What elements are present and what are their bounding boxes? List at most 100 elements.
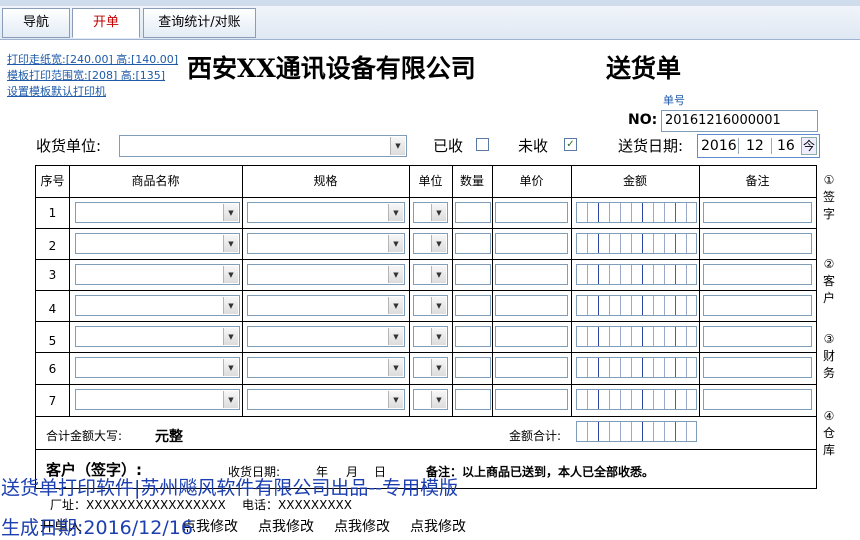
amount-field[interactable] <box>576 202 697 223</box>
default-printer-link[interactable]: 设置模板默认打印机 <box>7 83 106 99</box>
chevron-down-icon[interactable]: ▼ <box>223 235 238 252</box>
remark-field[interactable] <box>703 326 812 347</box>
side-note-customer: ② 客 户 <box>822 257 835 305</box>
chevron-down-icon[interactable]: ▼ <box>223 328 238 345</box>
remark-field[interactable] <box>703 264 812 285</box>
order-no-field[interactable]: 20161216000001 <box>661 110 818 132</box>
chevron-down-icon[interactable]: ▼ <box>390 137 405 155</box>
edit-link-4[interactable]: 点我修改 <box>410 516 466 536</box>
remark-field[interactable] <box>703 233 812 254</box>
chevron-down-icon[interactable]: ▼ <box>388 391 403 408</box>
product-name-select[interactable]: ▼ <box>75 264 240 285</box>
chevron-down-icon[interactable]: ▼ <box>388 204 403 221</box>
remark-field[interactable] <box>703 202 812 223</box>
date-day[interactable]: 16 <box>777 138 795 154</box>
received-checkbox[interactable] <box>476 138 489 151</box>
chevron-down-icon[interactable]: ▼ <box>388 297 403 314</box>
edit-link-3[interactable]: 点我修改 <box>334 516 390 536</box>
chevron-down-icon[interactable]: ▼ <box>431 328 446 345</box>
product-name-select[interactable]: ▼ <box>75 389 240 410</box>
product-name-select[interactable]: ▼ <box>75 202 240 223</box>
tab-bar-strip <box>0 0 860 6</box>
amount-field[interactable] <box>576 326 697 347</box>
total-amount-field[interactable] <box>576 421 697 442</box>
date-sep <box>771 138 772 154</box>
chevron-down-icon[interactable]: ▼ <box>431 391 446 408</box>
qty-field[interactable] <box>455 264 491 285</box>
spec-select[interactable]: ▼ <box>247 357 405 378</box>
chevron-down-icon[interactable]: ▼ <box>223 297 238 314</box>
amount-field[interactable] <box>576 295 697 316</box>
chevron-down-icon[interactable]: ▼ <box>431 266 446 283</box>
unit-select[interactable]: ▼ <box>413 326 448 347</box>
spec-select[interactable]: ▼ <box>247 233 405 254</box>
chevron-down-icon[interactable]: ▼ <box>223 359 238 376</box>
amount-field[interactable] <box>576 233 697 254</box>
unit-select[interactable]: ▼ <box>413 233 448 254</box>
product-name-select[interactable]: ▼ <box>75 357 240 378</box>
chevron-down-icon[interactable]: ▼ <box>431 204 446 221</box>
sign-note: 备注：以上商品已送到，本人已全部收悉。 <box>426 465 655 479</box>
unit-select[interactable]: ▼ <box>413 264 448 285</box>
price-field[interactable] <box>495 357 568 378</box>
qty-field[interactable] <box>455 233 491 254</box>
chevron-down-icon[interactable]: ▼ <box>388 235 403 252</box>
unit-select[interactable]: ▼ <box>413 295 448 316</box>
row-divider <box>36 449 816 450</box>
chevron-down-icon[interactable]: ▼ <box>431 297 446 314</box>
price-field[interactable] <box>495 326 568 347</box>
price-field[interactable] <box>495 295 568 316</box>
price-field[interactable] <box>495 389 568 410</box>
unreceived-checkbox[interactable]: ✓ <box>564 138 577 151</box>
chevron-down-icon[interactable]: ▼ <box>223 391 238 408</box>
amount-field[interactable] <box>576 357 697 378</box>
date-month[interactable]: 12 <box>746 138 764 154</box>
tab-nav[interactable]: 导航 <box>2 8 70 38</box>
qty-field[interactable] <box>455 202 491 223</box>
spec-select[interactable]: ▼ <box>247 295 405 316</box>
qty-field[interactable] <box>455 326 491 347</box>
spec-select[interactable]: ▼ <box>247 389 405 410</box>
chevron-down-icon[interactable]: ▼ <box>388 359 403 376</box>
chevron-down-icon[interactable]: ▼ <box>223 266 238 283</box>
chevron-down-icon[interactable]: ▼ <box>388 266 403 283</box>
template-range-link[interactable]: 模板打印范围宽:[208] 高:[135] <box>7 67 165 83</box>
product-name-select[interactable]: ▼ <box>75 295 240 316</box>
spec-select[interactable]: ▼ <box>247 202 405 223</box>
delivery-date-picker[interactable]: 2016 12 16 今 <box>697 134 820 158</box>
tab-open-order[interactable]: 开单 <box>72 8 140 38</box>
chevron-down-icon[interactable]: ▼ <box>431 359 446 376</box>
amount-field[interactable] <box>576 264 697 285</box>
remark-field[interactable] <box>703 357 812 378</box>
spec-select[interactable]: ▼ <box>247 326 405 347</box>
amount-field[interactable] <box>576 389 697 410</box>
row-number: 2 <box>48 239 57 253</box>
qty-field[interactable] <box>455 357 491 378</box>
price-field[interactable] <box>495 264 568 285</box>
price-field[interactable] <box>495 233 568 254</box>
unit-select[interactable]: ▼ <box>413 357 448 378</box>
chevron-down-icon[interactable]: ▼ <box>388 328 403 345</box>
side-note-warehouse: ④ 仓 库 <box>822 409 835 457</box>
remark-field[interactable] <box>703 295 812 316</box>
edit-link-2[interactable]: 点我修改 <box>258 516 314 536</box>
chevron-down-icon[interactable]: ▼ <box>223 204 238 221</box>
product-name-select[interactable]: ▼ <box>75 233 240 254</box>
chevron-down-icon[interactable]: ▼ <box>431 235 446 252</box>
product-name-select[interactable]: ▼ <box>75 326 240 347</box>
paper-size-link[interactable]: 打印走纸宽:[240.00] 高:[140.00] <box>7 51 178 67</box>
qty-field[interactable] <box>455 295 491 316</box>
company-name[interactable]: 西安XX通讯设备有限公司 <box>187 49 476 85</box>
price-field[interactable] <box>495 202 568 223</box>
doc-title[interactable]: 送货单 <box>606 49 681 85</box>
date-year[interactable]: 2016 <box>701 138 737 154</box>
receiver-select[interactable]: ▼ <box>119 135 407 157</box>
unit-select[interactable]: ▼ <box>413 202 448 223</box>
spec-select[interactable]: ▼ <box>247 264 405 285</box>
remark-field[interactable] <box>703 389 812 410</box>
tab-query-stats[interactable]: 查询统计/对账 <box>143 8 256 38</box>
total-caps-label: 合计金额大写: <box>46 429 123 443</box>
qty-field[interactable] <box>455 389 491 410</box>
unit-select[interactable]: ▼ <box>413 389 448 410</box>
date-today-button[interactable]: 今 <box>801 137 817 155</box>
